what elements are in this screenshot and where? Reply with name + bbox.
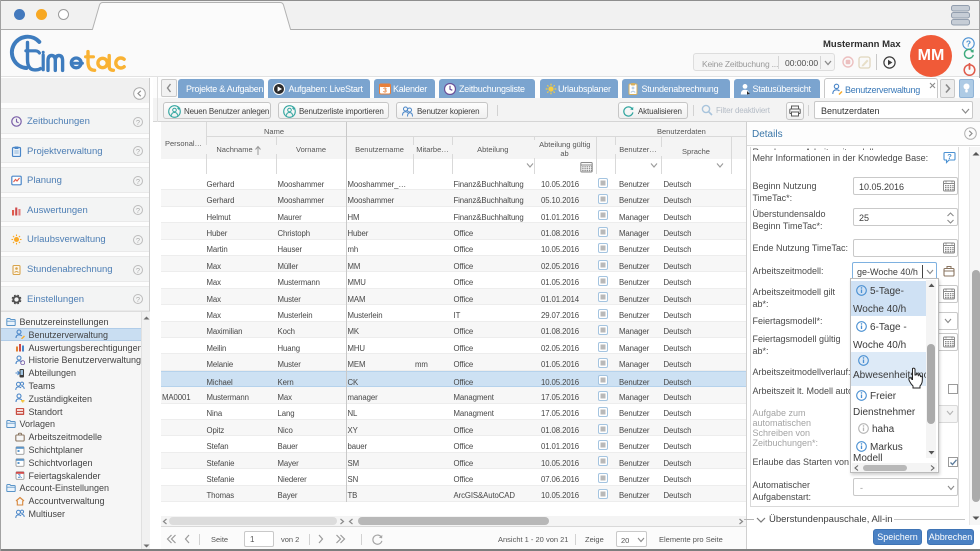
svg-text:?: ? <box>947 152 952 161</box>
svg-text:3: 3 <box>383 87 387 94</box>
svg-text:3.: 3. <box>18 474 23 480</box>
svg-text:?: ? <box>966 38 971 48</box>
